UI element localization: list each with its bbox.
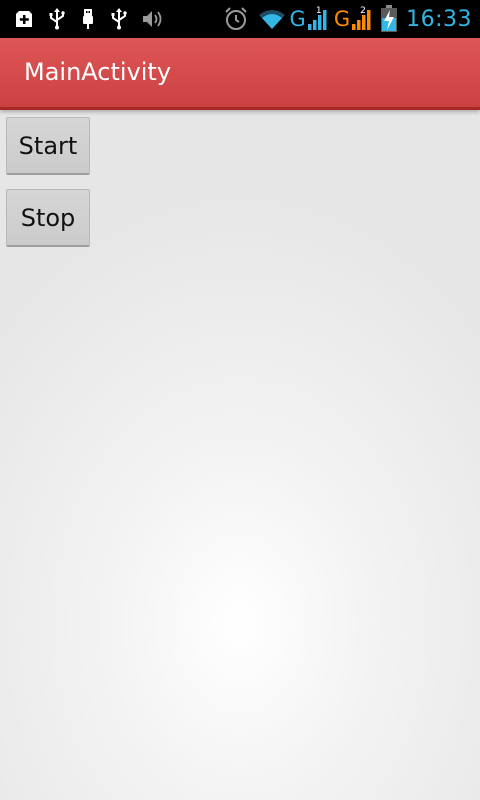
add-notification-icon <box>16 11 32 27</box>
battery-charging-icon <box>381 5 398 32</box>
app-title: MainActivity <box>24 58 172 86</box>
stop-button[interactable]: Stop <box>6 189 90 247</box>
system-icons: G 1 G 2 16:33 <box>223 4 472 34</box>
sim2-number: 2 <box>360 6 366 16</box>
alarm-icon <box>224 7 247 30</box>
signal-sim1-icon: 1 <box>307 6 329 31</box>
network-type-sim1: G <box>289 6 306 31</box>
volume-icon <box>143 11 162 27</box>
usb-icon <box>49 8 65 30</box>
signal-sim2-icon: 2 <box>351 6 373 31</box>
usb-icon <box>111 8 127 30</box>
action-bar: MainActivity <box>0 38 480 110</box>
status-bar: G 1 G 2 16:33 <box>0 0 480 38</box>
notification-icons <box>14 6 164 32</box>
sim1-number: 1 <box>315 6 322 16</box>
clock-time: 16:33 <box>406 6 472 32</box>
network-type-sim2: G <box>333 6 351 31</box>
wifi-icon <box>258 10 285 29</box>
usb-debug-icon <box>83 9 93 29</box>
start-button[interactable]: Start <box>6 117 90 175</box>
